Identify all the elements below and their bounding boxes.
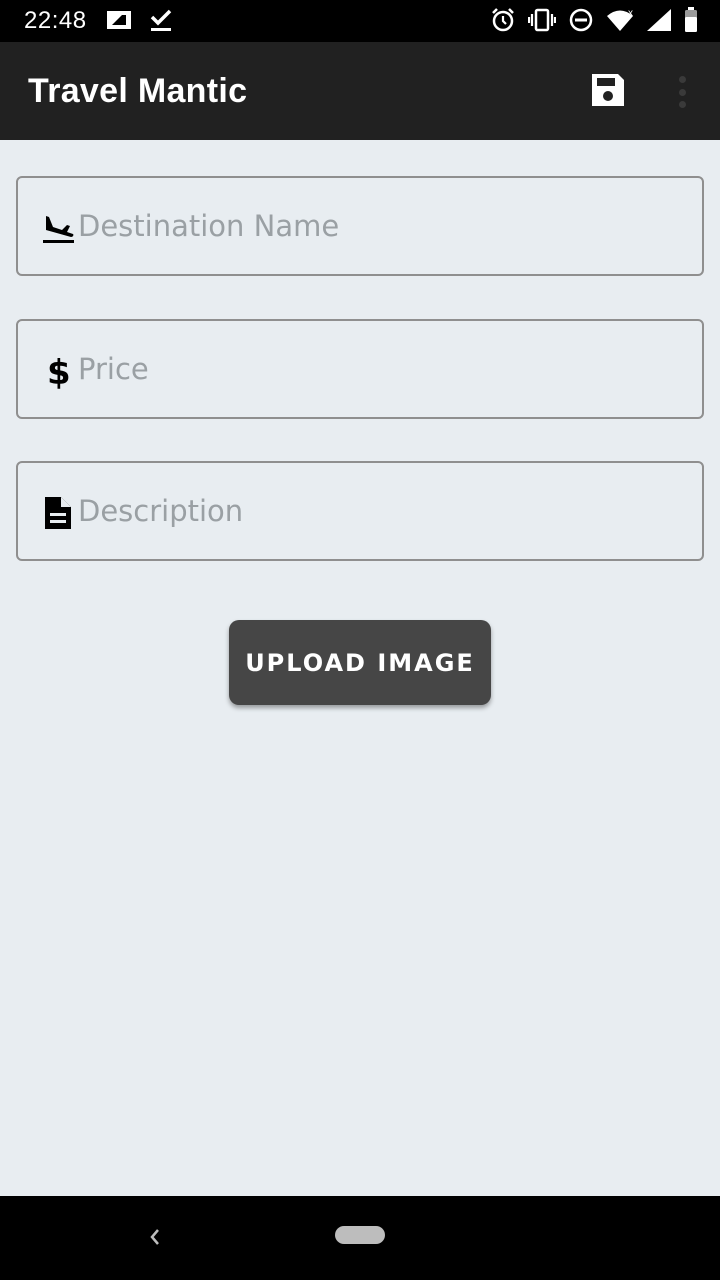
wifi-icon: x	[606, 8, 634, 37]
overflow-dot	[678, 88, 686, 96]
document-icon	[40, 495, 76, 531]
back-icon[interactable]	[140, 1222, 170, 1252]
svg-text:x: x	[628, 8, 633, 19]
home-pill[interactable]	[335, 1226, 385, 1244]
alarm-icon	[490, 7, 516, 38]
overflow-menu-button[interactable]	[668, 72, 696, 112]
app-title: Travel Mantic	[28, 72, 248, 110]
svg-text:$: $	[47, 353, 71, 389]
navigation-bar	[0, 1196, 720, 1280]
overflow-dot	[678, 101, 686, 108]
price-input[interactable]	[78, 321, 678, 417]
check-download-icon	[150, 8, 172, 37]
destination-input[interactable]	[78, 178, 678, 274]
dollar-icon: $	[40, 353, 76, 393]
description-field[interactable]	[16, 461, 704, 561]
status-bar: 22:48 x	[0, 0, 720, 42]
price-field[interactable]: $	[16, 319, 704, 419]
signal-icon	[646, 8, 672, 37]
battery-icon	[684, 7, 698, 38]
sim-card-icon	[106, 9, 132, 36]
save-icon	[592, 74, 624, 106]
upload-image-button[interactable]: UPLOAD IMAGE	[229, 620, 491, 705]
app-bar: Travel Mantic	[0, 42, 720, 140]
description-input[interactable]	[78, 463, 678, 559]
save-button[interactable]	[588, 70, 628, 110]
destination-field[interactable]	[16, 176, 704, 276]
flight-land-icon	[40, 210, 76, 246]
status-time: 22:48	[24, 7, 87, 34]
do-not-disturb-icon	[568, 7, 594, 38]
overflow-menu-icon	[678, 76, 686, 83]
vibrate-icon	[527, 7, 557, 38]
